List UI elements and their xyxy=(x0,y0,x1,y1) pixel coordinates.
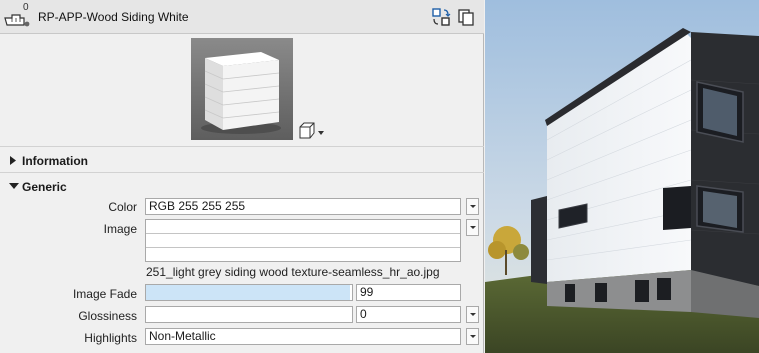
user-count: 0 xyxy=(23,2,29,13)
collapse-arrow-icon xyxy=(9,183,19,189)
section-divider xyxy=(0,146,484,147)
building-render-image xyxy=(485,0,759,353)
highlights-dropdown-button[interactable] xyxy=(466,328,479,345)
field-line xyxy=(146,247,460,248)
glossiness-dropdown-button[interactable] xyxy=(466,306,479,323)
expand-arrow-icon xyxy=(10,156,16,165)
image-file-name: 251_light grey siding wood texture-seaml… xyxy=(146,265,440,279)
information-section-header[interactable]: Information xyxy=(0,150,484,172)
cube-preview-image xyxy=(191,38,293,140)
material-header: 0 RP-APP-Wood Siding White xyxy=(0,0,484,34)
generic-section-header[interactable]: Generic xyxy=(0,176,484,198)
highlights-label: Highlights xyxy=(84,331,137,345)
material-editor-panel: 0 RP-APP-Wood Siding White Information G… xyxy=(0,0,484,353)
section-divider xyxy=(0,172,484,173)
glossiness-label: Glossiness xyxy=(78,309,137,323)
color-dropdown-button[interactable] xyxy=(466,198,479,215)
highlights-select[interactable]: Non-Metallic xyxy=(145,328,461,345)
color-label: Color xyxy=(108,200,137,214)
image-fade-slider-fill xyxy=(146,285,350,300)
color-field[interactable]: RGB 255 255 255 xyxy=(145,198,461,215)
render-viewport[interactable] xyxy=(485,0,759,353)
material-preview-swatch xyxy=(191,38,293,140)
information-section-title: Information xyxy=(22,154,88,168)
image-fade-slider[interactable] xyxy=(145,284,353,301)
image-fade-label: Image Fade xyxy=(72,287,137,301)
image-dropdown-button[interactable] xyxy=(466,219,479,236)
swap-material-icon[interactable] xyxy=(431,7,451,27)
preview-shape-dropdown-icon[interactable] xyxy=(297,122,325,140)
material-name: RP-APP-Wood Siding White xyxy=(38,10,189,24)
duplicate-icon[interactable] xyxy=(456,7,476,27)
image-fade-value[interactable]: 99 xyxy=(356,284,461,301)
image-label: Image xyxy=(103,222,137,236)
generic-section-title: Generic xyxy=(22,180,67,194)
glossiness-slider[interactable] xyxy=(145,306,353,323)
image-texture-field[interactable] xyxy=(145,219,461,262)
glossiness-value[interactable]: 0 xyxy=(356,306,461,323)
field-line xyxy=(146,233,460,234)
